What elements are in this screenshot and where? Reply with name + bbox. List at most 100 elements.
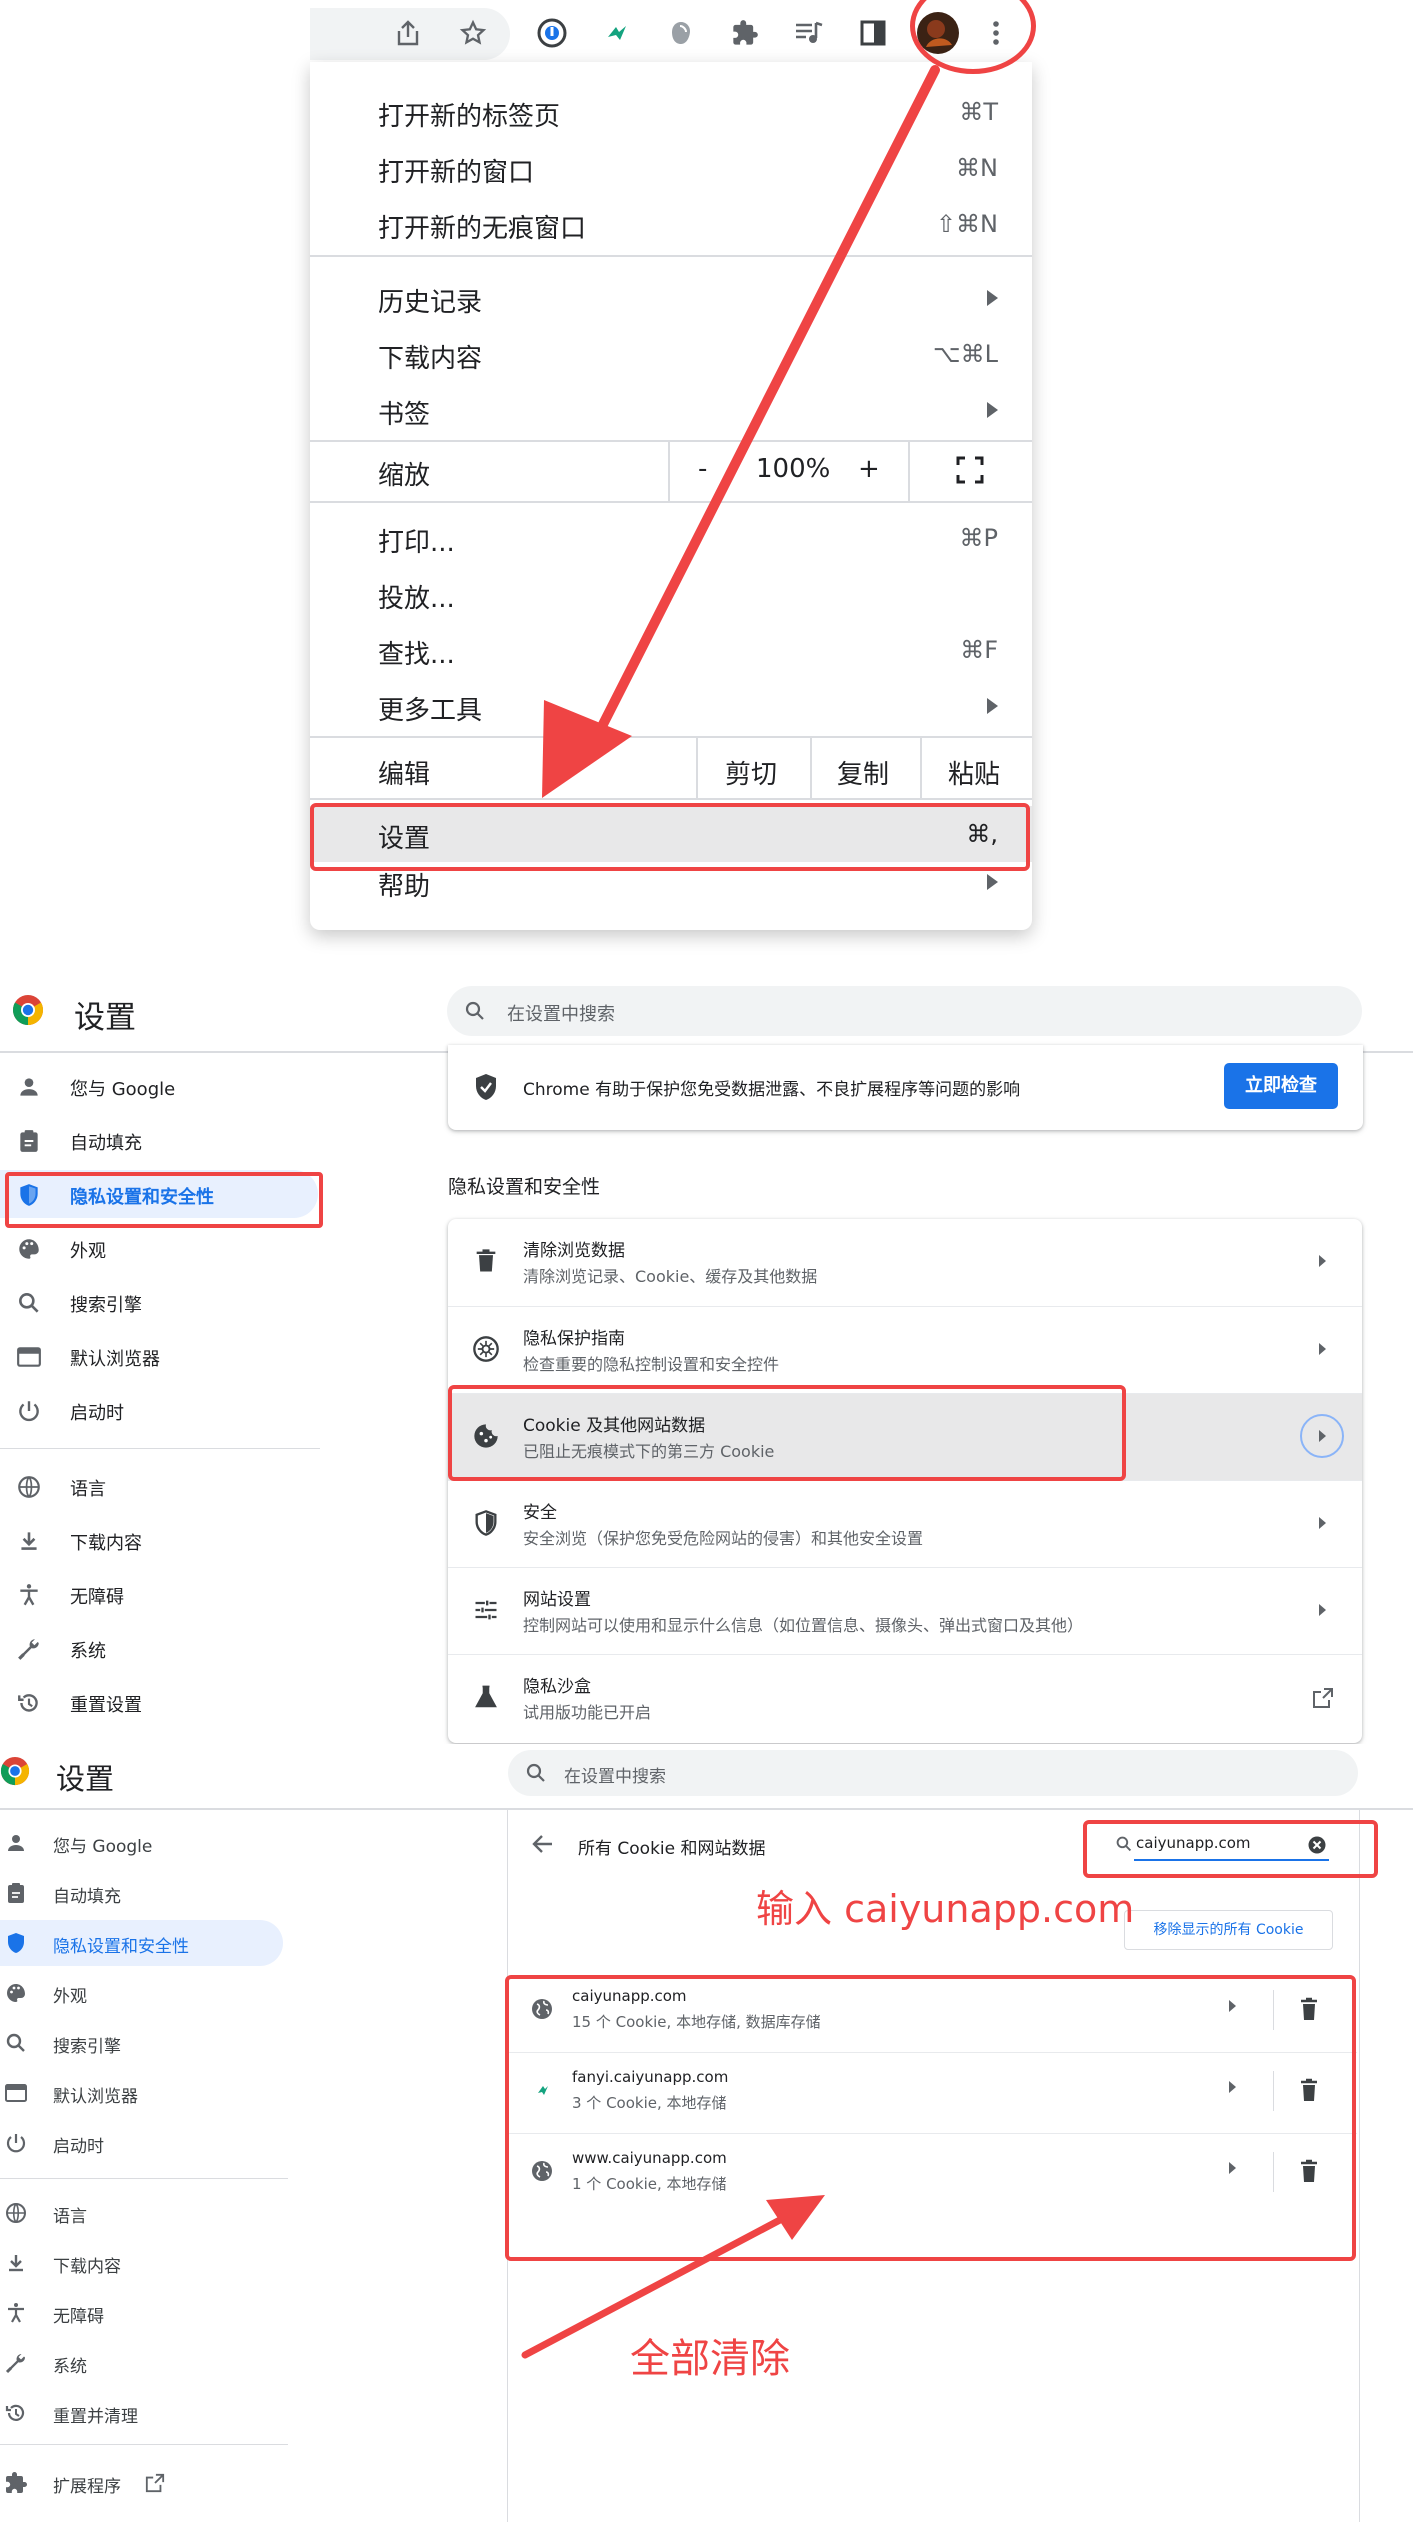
row-privacy-guide[interactable]: 隐私保护指南 检查重要的隐私控制设置和安全控件 xyxy=(448,1306,1362,1393)
sidebar-item-system[interactable]: 系统 xyxy=(0,2340,290,2386)
fullscreen-icon[interactable] xyxy=(956,456,984,484)
remove-all-shown-button[interactable]: 移除显示的所有 Cookie xyxy=(1124,1910,1333,1950)
privacy-card: 清除浏览数据 清除浏览记录、Cookie、缓存及其他数据 隐私保护指南 检查重要… xyxy=(448,1219,1362,1743)
extensions-puzzle-icon[interactable] xyxy=(727,15,763,51)
menu-item-label: 历史记录 xyxy=(378,288,483,318)
menu-item-shortcut: ⌘T xyxy=(959,98,998,126)
media-control-icon[interactable] xyxy=(791,15,827,51)
search-placeholder: 在设置中搜索 xyxy=(507,1004,615,1025)
menu-item-shortcut: ⌘F xyxy=(960,636,998,664)
sidebar-item-language[interactable]: 语言 xyxy=(0,2190,290,2236)
sidebar-item-autofill[interactable]: 自动填充 xyxy=(0,1116,320,1164)
row-subtitle: 清除浏览记录、Cookie、缓存及其他数据 xyxy=(523,1267,818,1286)
row-site-settings[interactable]: 网站设置 控制网站可以使用和显示什么信息（如位置信息、摄像头、弹出式窗口及其他） xyxy=(448,1567,1362,1654)
open-in-new-icon xyxy=(145,2473,165,2493)
settings-header: 设置 在设置中搜索 xyxy=(0,962,1413,1052)
sidebar-item-accessibility[interactable]: 无障碍 xyxy=(0,2290,290,2336)
sidebar-divider xyxy=(0,2444,288,2445)
sidebar-item-language[interactable]: 语言 xyxy=(0,1462,320,1510)
sidebar-item-label: 搜索引擎 xyxy=(70,1295,142,1316)
sidebar-item-search-engine[interactable]: 搜索引擎 xyxy=(0,2020,290,2066)
search-placeholder: 在设置中搜索 xyxy=(564,1767,666,1787)
power-icon xyxy=(19,1401,39,1422)
sidebar-item-reset-cleanup[interactable]: 重置并清理 xyxy=(0,2390,290,2436)
side-panel-icon[interactable] xyxy=(855,15,891,51)
sidebar-item-label: 外观 xyxy=(70,1241,106,1262)
clipboard-icon xyxy=(8,1883,24,1903)
hand-extension-icon[interactable] xyxy=(663,15,699,51)
sidebar-item-extensions[interactable]: 扩展程序 xyxy=(0,2460,290,2506)
sidebar-divider xyxy=(0,1448,320,1449)
sidebar-item-label: 隐私设置和安全性 xyxy=(53,1937,189,1957)
sidebar-item-label: 默认浏览器 xyxy=(70,1349,160,1370)
menu-item-label: 打开新的窗口 xyxy=(378,158,535,188)
sidebar-item-appearance[interactable]: 外观 xyxy=(0,1970,290,2016)
sidebar-item-system[interactable]: 系统 xyxy=(0,1624,320,1672)
person-icon xyxy=(8,1835,24,1851)
sidebar-item-label: 无障碍 xyxy=(53,2307,104,2327)
history-icon xyxy=(5,2404,25,2421)
palette-icon xyxy=(19,1239,39,1259)
sidebar-item-label: 扩展程序 xyxy=(53,2477,121,2497)
sidebar-item-you-google[interactable]: 您与 Google xyxy=(0,1820,290,1866)
safety-check-card: Chrome 有助于保护您免受数据泄露、不良扩展程序等问题的影响 立即检查 xyxy=(448,1045,1363,1130)
sidebar-item-privacy[interactable]: 隐私设置和安全性 xyxy=(0,1920,283,1966)
row-clear-browsing-data[interactable]: 清除浏览数据 清除浏览记录、Cookie、缓存及其他数据 xyxy=(448,1219,1362,1305)
safety-check-text: Chrome 有助于保护您免受数据泄露、不良扩展程序等问题的影响 xyxy=(523,1080,1021,1100)
sidebar-item-label: 重置并清理 xyxy=(53,2407,138,2427)
menu-item-label: 打印... xyxy=(378,528,455,558)
row-title: 清除浏览数据 xyxy=(523,1241,625,1261)
password-manager-icon[interactable] xyxy=(534,15,570,51)
sidebar-item-default-browser[interactable]: 默认浏览器 xyxy=(0,1332,320,1380)
submenu-arrow-icon xyxy=(987,874,998,890)
settings-search-input[interactable]: 在设置中搜索 xyxy=(447,986,1362,1036)
accessibility-icon xyxy=(20,1584,38,1606)
palette-icon xyxy=(7,1984,26,2002)
settings-search-input[interactable]: 在设置中搜索 xyxy=(508,1750,1358,1796)
sidebar-item-startup[interactable]: 启动时 xyxy=(0,1386,320,1434)
sidebar-item-label: 系统 xyxy=(53,2357,87,2377)
menu-item-label: 帮助 xyxy=(378,872,431,902)
sidebar-item-label: 搜索引擎 xyxy=(53,2037,121,2057)
chrome-logo-icon xyxy=(0,1756,30,1786)
section-title: 隐私设置和安全性 xyxy=(448,1176,601,1198)
download-icon xyxy=(21,1532,37,1550)
sidebar-item-autofill[interactable]: 自动填充 xyxy=(0,1870,290,1916)
sidebar-item-accessibility[interactable]: 无障碍 xyxy=(0,1570,320,1618)
row-privacy-sandbox[interactable]: 隐私沙盒 试用版功能已开启 xyxy=(448,1654,1362,1741)
search-icon xyxy=(6,2033,25,2052)
sidebar-item-default-browser[interactable]: 默认浏览器 xyxy=(0,2070,290,2116)
extensions-puzzle-icon xyxy=(6,2472,27,2493)
sidebar-item-reset[interactable]: 重置设置 xyxy=(0,1678,320,1726)
sidebar-item-label: 无障碍 xyxy=(70,1587,124,1608)
sidebar-item-startup[interactable]: 启动时 xyxy=(0,2120,290,2166)
sidebar-item-you-google[interactable]: 您与 Google xyxy=(0,1062,320,1110)
search-icon xyxy=(19,1293,39,1313)
submenu-arrow-icon xyxy=(987,698,998,714)
shield-check-icon xyxy=(476,1074,496,1100)
caiyun-extension-icon[interactable] xyxy=(599,15,635,51)
check-now-button[interactable]: 立即检查 xyxy=(1224,1063,1338,1109)
browser-window-icon xyxy=(5,2084,27,2102)
compass-icon xyxy=(473,1336,499,1362)
menu-item-label: 投放... xyxy=(378,584,455,614)
menu-item-shortcut: ⌘P xyxy=(959,524,998,552)
back-arrow-icon[interactable] xyxy=(532,1834,554,1854)
sidebar-item-label: 您与 Google xyxy=(70,1079,176,1100)
menu-item-label: 查找... xyxy=(378,640,455,670)
sidebar-item-downloads[interactable]: 下载内容 xyxy=(0,1516,320,1564)
row-title: 网站设置 xyxy=(523,1590,591,1610)
row-subtitle: 控制网站可以使用和显示什么信息（如位置信息、摄像头、弹出式窗口及其他） xyxy=(523,1616,1084,1635)
sidebar-item-downloads[interactable]: 下载内容 xyxy=(0,2240,290,2286)
sidebar-item-label: 下载内容 xyxy=(70,1533,142,1554)
bookmark-star-icon[interactable] xyxy=(455,15,491,51)
row-security[interactable]: 安全 安全浏览（保护您免受危险网站的侵害）和其他安全设置 xyxy=(448,1480,1362,1567)
sidebar-item-search-engine[interactable]: 搜索引擎 xyxy=(0,1278,320,1326)
sidebar-item-appearance[interactable]: 外观 xyxy=(0,1224,320,1272)
annotation-input-hint: 输入 caiyunapp.com xyxy=(756,1887,1135,1931)
chevron-right-icon xyxy=(1319,1255,1326,1267)
submenu-arrow-icon xyxy=(987,402,998,418)
open-in-new-icon xyxy=(1313,1688,1333,1708)
globe-icon xyxy=(18,1476,40,1498)
share-icon[interactable] xyxy=(390,15,426,51)
